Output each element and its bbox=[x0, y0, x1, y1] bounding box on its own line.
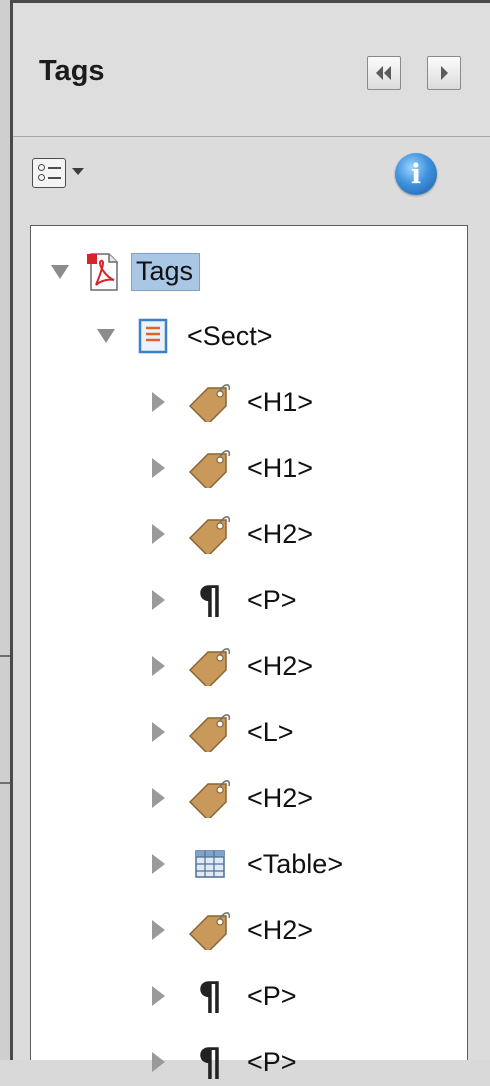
expand-triangle-icon[interactable] bbox=[149, 722, 167, 742]
tree-node-label[interactable]: <H2> bbox=[247, 915, 313, 946]
tree-node-h2[interactable]: <H2> bbox=[149, 906, 313, 954]
pdf-document-icon bbox=[83, 252, 123, 292]
tag-icon bbox=[187, 646, 233, 686]
expand-triangle-icon[interactable] bbox=[149, 854, 167, 874]
tree-node-label[interactable]: <H2> bbox=[247, 651, 313, 682]
paragraph-icon: ¶ bbox=[197, 974, 223, 1018]
tree-node-h1[interactable]: <H1> bbox=[149, 444, 313, 492]
tag-icon bbox=[187, 778, 233, 818]
expand-triangle-icon[interactable] bbox=[149, 788, 167, 808]
tag-icon bbox=[187, 712, 233, 752]
expand-triangle-icon[interactable] bbox=[149, 1052, 167, 1072]
tree-node-p[interactable]: ¶ <P> bbox=[149, 1038, 297, 1086]
tree-node-label[interactable]: <P> bbox=[247, 585, 297, 616]
table-icon bbox=[187, 844, 233, 884]
tree-node-label[interactable]: <Table> bbox=[247, 849, 343, 880]
panel-title: Tags bbox=[39, 55, 105, 87]
tree-node-h2[interactable]: <H2> bbox=[149, 510, 313, 558]
tree-node-label[interactable]: <H1> bbox=[247, 453, 313, 484]
tag-icon bbox=[187, 448, 233, 488]
tree-node-label[interactable]: <P> bbox=[247, 981, 297, 1012]
chevron-right-icon bbox=[441, 66, 448, 80]
tree-node-label[interactable]: <P> bbox=[247, 1047, 297, 1078]
tree-node-label[interactable]: <L> bbox=[247, 717, 294, 748]
expand-panel-button[interactable] bbox=[427, 56, 461, 90]
tree-node-p[interactable]: ¶ <P> bbox=[149, 972, 297, 1020]
section-icon bbox=[133, 316, 173, 356]
panel-toolbar: i bbox=[13, 137, 490, 225]
paragraph-icon: ¶ bbox=[197, 1040, 223, 1084]
double-chevron-left-icon bbox=[376, 66, 391, 80]
info-icon[interactable]: i bbox=[395, 153, 437, 195]
panel-header: Tags bbox=[13, 3, 490, 137]
expand-triangle-icon[interactable] bbox=[149, 524, 167, 544]
pane-separator bbox=[0, 655, 10, 657]
document-pane-edge bbox=[0, 0, 10, 1060]
tree-node-label[interactable]: <Sect> bbox=[187, 321, 273, 352]
tags-tree[interactable]: Tags <Sect> <H1> <H1> <H2> ¶ <P> <H2> <L… bbox=[30, 225, 468, 1084]
options-menu-icon[interactable] bbox=[32, 158, 66, 188]
paragraph-icon: ¶ bbox=[197, 578, 223, 622]
expand-triangle-icon[interactable] bbox=[149, 920, 167, 940]
tree-node-h1[interactable]: <H1> bbox=[149, 378, 313, 426]
tree-node-table[interactable]: <Table> bbox=[149, 840, 343, 888]
tag-icon bbox=[187, 910, 233, 950]
expand-triangle-icon[interactable] bbox=[149, 590, 167, 610]
tree-node-label[interactable]: <H2> bbox=[247, 519, 313, 550]
tree-node-p[interactable]: ¶ <P> bbox=[149, 576, 297, 624]
tag-icon bbox=[187, 514, 233, 554]
expand-triangle-icon[interactable] bbox=[51, 262, 69, 282]
tags-panel-window: Tags i Tags <Sect> <H1> <H1> <H2> ¶ <P> … bbox=[0, 0, 490, 1084]
tree-node-h2[interactable]: <H2> bbox=[149, 642, 313, 690]
tag-icon bbox=[187, 382, 233, 422]
tree-node-l[interactable]: <L> bbox=[149, 708, 294, 756]
tree-node-label[interactable]: Tags bbox=[131, 253, 201, 291]
collapse-panel-button[interactable] bbox=[367, 56, 401, 90]
expand-triangle-icon[interactable] bbox=[149, 458, 167, 478]
tree-node-label[interactable]: <H2> bbox=[247, 783, 313, 814]
expand-triangle-icon[interactable] bbox=[149, 656, 167, 676]
tree-node-root[interactable]: Tags bbox=[51, 248, 201, 296]
options-dropdown-caret-icon[interactable] bbox=[72, 168, 84, 175]
tree-node-sect[interactable]: <Sect> bbox=[97, 312, 273, 360]
expand-triangle-icon[interactable] bbox=[149, 392, 167, 412]
pane-separator bbox=[0, 782, 10, 784]
expand-triangle-icon[interactable] bbox=[97, 326, 115, 346]
tree-node-h2[interactable]: <H2> bbox=[149, 774, 313, 822]
expand-triangle-icon[interactable] bbox=[149, 986, 167, 1006]
tree-node-label[interactable]: <H1> bbox=[247, 387, 313, 418]
